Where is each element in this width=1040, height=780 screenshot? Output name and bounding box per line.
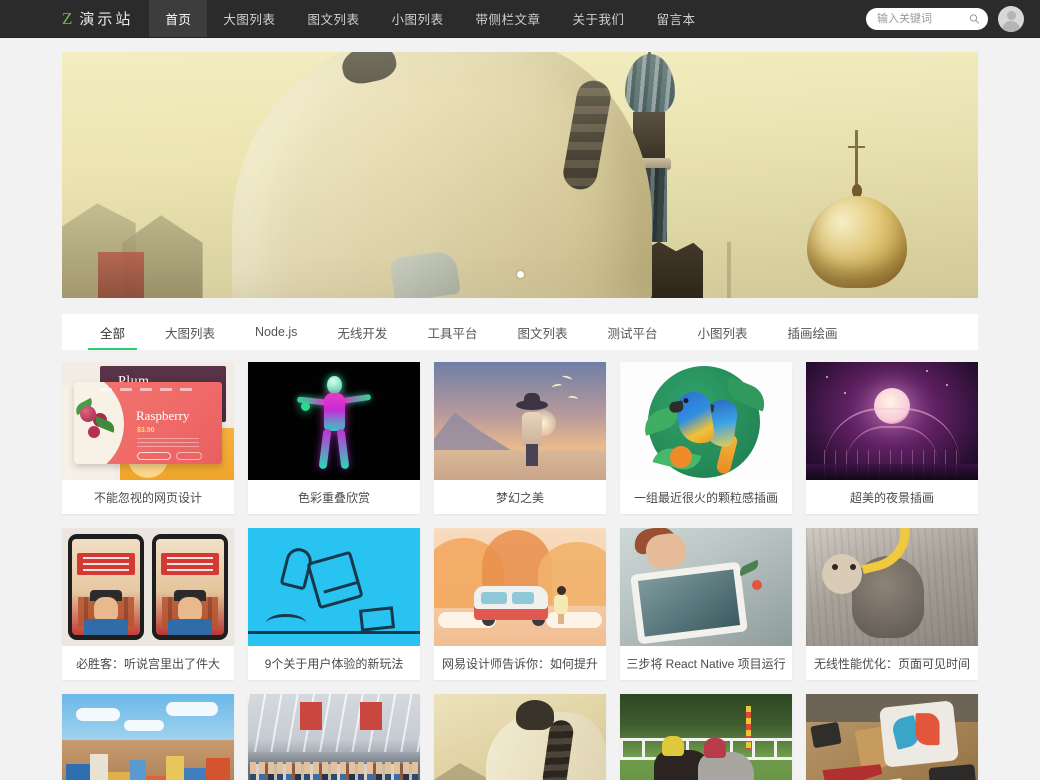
category-tab-all[interactable]: 全部 [80, 314, 145, 350]
article-thumbnail [62, 694, 234, 780]
nav-item-about-us[interactable]: 关于我们 [556, 0, 640, 37]
nav-right-cluster [866, 0, 1040, 37]
nav-item-small-image-list[interactable]: 小图列表 [375, 0, 459, 37]
thumb-art-horse-racing [620, 694, 792, 780]
article-thumbnail [248, 528, 420, 646]
site-logo[interactable]: Z 演示站 [0, 0, 149, 37]
article-thumbnail [620, 528, 792, 646]
article-thumbnail [806, 362, 978, 480]
thumb-art-girl-back-sepia [434, 694, 606, 780]
article-thumbnail [434, 694, 606, 780]
article-card[interactable] [620, 694, 792, 780]
category-tab-nodejs[interactable]: Node.js [235, 314, 317, 350]
top-navigation-bar: Z 演示站 首页 大图列表 图文列表 小图列表 带侧栏文章 关于我们 留言本 [0, 0, 1040, 38]
nav-item-home[interactable]: 首页 [149, 0, 208, 37]
nav-item-guestbook[interactable]: 留言本 [641, 0, 712, 37]
article-thumbnail: Plum Raspberry$3.90 [62, 362, 234, 480]
article-card[interactable]: 梦幻之美 [434, 362, 606, 514]
article-card[interactable]: 超美的夜景插画 [806, 362, 978, 514]
user-avatar-icon[interactable] [998, 5, 1024, 32]
category-tab-wireless-dev[interactable]: 无线开发 [317, 314, 407, 350]
thumb-art-dreamy-girl [434, 362, 606, 480]
article-title: 超美的夜景插画 [849, 490, 934, 505]
article-grid: Plum Raspberry$3.90 不能忽视的网页设计 [62, 362, 978, 780]
banner-section [0, 38, 1040, 298]
thumb-art-group-photo [248, 694, 420, 780]
search-icon[interactable] [969, 13, 980, 24]
thumb-art-colorful-town [62, 694, 234, 780]
nav-item-sidebar-article[interactable]: 带侧栏文章 [459, 0, 556, 37]
main-nav-links: 首页 大图列表 图文列表 小图列表 带侧栏文章 关于我们 留言本 [149, 0, 711, 37]
logo-text: 演示站 [79, 11, 134, 28]
thumb-art-pizza-hut-posters [62, 528, 234, 646]
carousel-dot-1[interactable] [516, 271, 524, 278]
category-tab-illustration[interactable]: 插画绘画 [768, 314, 858, 350]
article-card[interactable]: 三步将 React Native 项目运行 [620, 528, 792, 680]
article-title: 网易设计师告诉你：如何提升 [442, 656, 599, 671]
article-title: 梦幻之美 [495, 490, 544, 505]
article-card[interactable]: 一组最近很火的颗粒感插画 [620, 362, 792, 514]
nav-item-image-text-list[interactable]: 图文列表 [291, 0, 375, 37]
thumb-art-night-coaster [806, 362, 978, 480]
article-title: 无线性能优化：页面可见时间 [814, 656, 971, 671]
category-tabs-section: 全部 大图列表 Node.js 无线开发 工具平台 图文列表 测试平台 小图列表… [0, 298, 1040, 350]
thumb-art-camper-van [434, 528, 606, 646]
article-thumbnail [248, 694, 420, 780]
banner-gold-onion-dome [797, 130, 917, 298]
thumb-art-neon-figure [248, 362, 420, 480]
thumb-art-car-mirror [620, 528, 792, 646]
article-thumbnail [248, 362, 420, 480]
nav-item-large-image-list[interactable]: 大图列表 [207, 0, 291, 37]
thumb-art-desk-flatlay [806, 694, 978, 780]
article-card[interactable]: 无线性能优化：页面可见时间 [806, 528, 978, 680]
carousel-dots [62, 271, 978, 278]
category-tab-test-platform[interactable]: 测试平台 [587, 314, 677, 350]
article-title: 不能忽视的网页设计 [93, 490, 202, 505]
article-title: 一组最近很火的颗粒感插画 [633, 490, 778, 505]
thumb-art-blue-lineart [248, 528, 420, 646]
article-card[interactable]: 色彩重叠欣赏 [248, 362, 420, 514]
article-card[interactable]: 必胜客：听说宫里出了件大 [62, 528, 234, 680]
article-thumbnail [806, 694, 978, 780]
article-card[interactable]: 网易设计师告诉你：如何提升 [434, 528, 606, 680]
article-title: 9个关于用户体验的新玩法 [264, 656, 404, 671]
article-title: 色彩重叠欣赏 [297, 490, 370, 505]
article-thumbnail [62, 528, 234, 646]
article-thumbnail [806, 528, 978, 646]
thumb-art-parrots [620, 362, 792, 480]
banner-thin-spire [727, 242, 731, 298]
article-thumbnail [434, 362, 606, 480]
article-thumbnail [434, 528, 606, 646]
category-tab-image-text-list[interactable]: 图文列表 [497, 314, 587, 350]
article-card[interactable] [248, 694, 420, 780]
article-card[interactable] [62, 694, 234, 780]
article-card[interactable] [806, 694, 978, 780]
article-title: 必胜客：听说宫里出了件大 [75, 656, 220, 671]
logo-mark-icon: Z [62, 8, 73, 28]
thumb-art-raspberry-webdesign: Plum Raspberry$3.90 [62, 362, 234, 480]
category-tab-large-image-list[interactable]: 大图列表 [145, 314, 235, 350]
article-grid-section: Plum Raspberry$3.90 不能忽视的网页设计 [0, 350, 1040, 780]
article-card[interactable]: 9个关于用户体验的新玩法 [248, 528, 420, 680]
category-tab-tool-platform[interactable]: 工具平台 [407, 314, 497, 350]
category-tab-bar: 全部 大图列表 Node.js 无线开发 工具平台 图文列表 测试平台 小图列表… [62, 314, 978, 350]
thumb-art-monkey-banana [806, 528, 978, 646]
article-title: 三步将 React Native 项目运行 [626, 656, 786, 671]
hero-carousel[interactable] [62, 52, 978, 298]
article-thumbnail [620, 694, 792, 780]
article-card[interactable]: Plum Raspberry$3.90 不能忽视的网页设计 [62, 362, 234, 514]
article-thumbnail [620, 362, 792, 480]
search-box[interactable] [866, 7, 988, 30]
category-tab-small-image-list[interactable]: 小图列表 [677, 314, 767, 350]
article-card[interactable] [434, 694, 606, 780]
